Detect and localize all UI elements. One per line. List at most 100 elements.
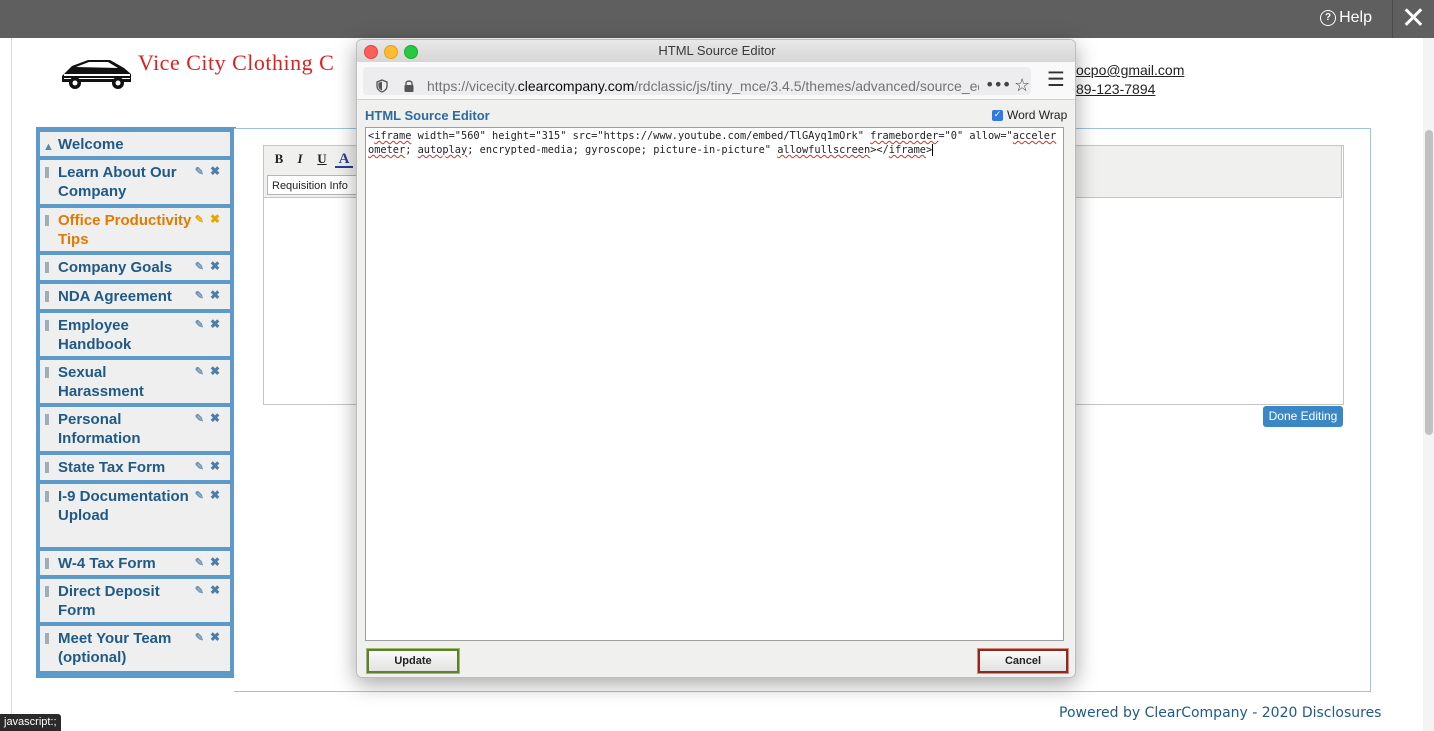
delete-icon[interactable]: ✖ <box>210 581 220 600</box>
italic-button[interactable]: I <box>291 150 309 168</box>
window-titlebar[interactable]: HTML Source Editor <box>357 40 1075 63</box>
url-text: https://vicecity.clearcompany.com/rdclas… <box>427 78 979 94</box>
delete-icon[interactable]: ✖ <box>210 162 220 181</box>
scrollbar-thumb[interactable] <box>1425 130 1433 435</box>
shield-icon[interactable] <box>376 79 388 93</box>
sidebar-item-nda-agreement[interactable]: NDA Agreement ✎ ✖ <box>40 284 230 309</box>
drag-handle-icon[interactable] <box>45 215 49 226</box>
sidebar-item-company-goals[interactable]: Company Goals ✎ ✖ <box>40 255 230 280</box>
drag-handle-icon[interactable] <box>45 586 49 597</box>
underline-button[interactable]: U <box>313 150 331 168</box>
sidebar-item-i9-documentation-upload[interactable]: I-9 Documentation Upload ✎ ✖ <box>40 484 230 547</box>
sidebar-item-label: I-9 Documentation Upload <box>58 488 189 524</box>
sidebar-item-meet-your-team[interactable]: Meet Your Team (optional) ✎ ✖ <box>40 626 230 671</box>
delete-icon[interactable]: ✖ <box>210 409 220 428</box>
pencil-icon[interactable]: ✎ <box>195 363 204 382</box>
delete-icon[interactable]: ✖ <box>210 315 220 334</box>
powered-by-link[interactable]: Powered by ClearCompany - 2020 Disclosur… <box>1059 705 1381 721</box>
delete-icon[interactable]: ✖ <box>210 628 220 647</box>
lock-icon[interactable] <box>403 79 415 93</box>
html-source-textarea[interactable]: <iframe width="560" height="315" src="ht… <box>365 127 1064 641</box>
help-icon: ? <box>1320 10 1337 26</box>
delete-icon[interactable]: ✖ <box>210 457 220 476</box>
drag-handle-icon[interactable] <box>45 558 49 569</box>
delete-icon[interactable]: ✖ <box>210 257 220 276</box>
pencil-icon[interactable]: ✎ <box>195 629 204 648</box>
sidebar-item-learn-about-our-company[interactable]: Learn About Our Company ✎ ✖ <box>40 160 230 204</box>
url-field[interactable]: https://vicecity.clearcompany.com/rdclas… <box>363 67 1031 96</box>
page-actions-icon[interactable]: ••• <box>985 75 1011 94</box>
sidebar-item-welcome[interactable]: ▲ Welcome <box>40 132 230 156</box>
pencil-icon[interactable]: ✎ <box>195 582 204 601</box>
sidebar-item-label: Company Goals <box>58 259 173 276</box>
pencil-icon[interactable]: ✎ <box>195 458 204 477</box>
sidebar-item-direct-deposit-form[interactable]: Direct Deposit Form ✎ ✖ <box>40 579 230 622</box>
contact-phone-link[interactable]: 89-123-7894 <box>1076 81 1155 97</box>
delete-icon[interactable]: ✖ <box>210 210 220 229</box>
sidebar-item-employee-handbook[interactable]: Employee Handbook ✎ ✖ <box>40 313 230 356</box>
sidebar-item-label: W-4 Tax Form <box>58 555 156 572</box>
pencil-icon[interactable]: ✎ <box>195 554 204 573</box>
top-bar: ? Help ✕ <box>0 0 1434 38</box>
drag-handle-icon[interactable] <box>45 167 49 178</box>
delete-icon[interactable]: ✖ <box>210 286 220 305</box>
sidebar-item-label: NDA Agreement <box>58 288 172 305</box>
help-button[interactable]: ? Help <box>1320 9 1372 27</box>
browser-url-bar: https://vicecity.clearcompany.com/rdclas… <box>357 62 1075 100</box>
car-logo-icon <box>62 60 131 89</box>
sidebar-item-label: Sexual Harassment <box>58 364 144 400</box>
hamburger-menu-icon[interactable]: ☰ <box>1047 67 1065 91</box>
drag-handle-icon[interactable] <box>45 414 49 425</box>
sidebar-item-sexual-harassment[interactable]: Sexual Harassment ✎ ✖ <box>40 360 230 403</box>
delete-icon[interactable]: ✖ <box>210 486 220 505</box>
source-editor-body: HTML Source Editor ✓ Word Wrap <iframe w… <box>357 100 1075 677</box>
status-tooltip: javascript:; <box>0 714 61 731</box>
source-editor-heading: HTML Source Editor <box>365 108 490 123</box>
sidebar-item-label: Learn About Our Company <box>58 164 177 200</box>
pencil-icon[interactable]: ✎ <box>195 163 204 182</box>
drag-handle-icon[interactable] <box>45 491 49 502</box>
word-wrap-checkbox[interactable]: ✓ <box>992 110 1003 121</box>
pencil-icon[interactable]: ✎ <box>195 487 204 506</box>
help-label: Help <box>1339 9 1372 26</box>
sidebar-item-label: Employee Handbook <box>58 317 132 353</box>
delete-icon[interactable]: ✖ <box>210 553 220 572</box>
brand-name: Vice City Clothing C <box>138 50 335 75</box>
update-button[interactable]: Update <box>366 648 460 674</box>
delete-icon[interactable]: ✖ <box>210 362 220 381</box>
window-title: HTML Source Editor <box>658 43 776 58</box>
pencil-icon[interactable]: ✎ <box>195 211 204 230</box>
contact-email-link[interactable]: ocpo@gmail.com <box>1076 62 1184 78</box>
home-icon: ▲ <box>43 141 54 153</box>
sidebar-item-label: Welcome <box>58 136 124 153</box>
drag-handle-icon[interactable] <box>45 320 49 331</box>
close-icon[interactable]: ✕ <box>1392 0 1434 38</box>
drag-handle-icon[interactable] <box>45 462 49 473</box>
html-source-editor-window: HTML Source Editor https://vicecity.clea… <box>356 39 1076 678</box>
drag-handle-icon[interactable] <box>45 262 49 273</box>
pencil-icon[interactable]: ✎ <box>195 258 204 277</box>
sidebar: ▲ Welcome Learn About Our Company ✎ ✖ Of… <box>36 127 236 678</box>
bold-button[interactable]: B <box>270 150 288 168</box>
word-wrap-label[interactable]: Word Wrap <box>1007 108 1067 122</box>
drag-handle-icon[interactable] <box>45 367 49 378</box>
sidebar-item-state-tax-form[interactable]: State Tax Form ✎ ✖ <box>40 455 230 480</box>
sidebar-item-personal-information[interactable]: Personal Information ✎ ✖ <box>40 407 230 451</box>
drag-handle-icon[interactable] <box>45 633 49 644</box>
sidebar-item-w4-tax-form[interactable]: W-4 Tax Form ✎ ✖ <box>40 551 230 575</box>
pencil-icon[interactable]: ✎ <box>195 316 204 335</box>
bookmark-star-icon[interactable]: ☆ <box>1014 75 1030 96</box>
text-color-button[interactable]: A <box>335 150 353 168</box>
pencil-icon[interactable]: ✎ <box>195 410 204 429</box>
sidebar-item-label: State Tax Form <box>58 459 166 476</box>
sidebar-item-label: Personal Information <box>58 411 141 447</box>
sidebar-item-label: Meet Your Team (optional) <box>58 630 172 666</box>
pencil-icon[interactable]: ✎ <box>195 287 204 306</box>
done-editing-button[interactable]: Done Editing <box>1263 406 1343 427</box>
format-select[interactable]: Requisition Info <box>267 175 359 195</box>
cancel-button[interactable]: Cancel <box>977 648 1069 674</box>
sidebar-item-label: Office Productivity Tips <box>58 212 192 248</box>
drag-handle-icon[interactable] <box>45 291 49 302</box>
sidebar-item-office-productivity-tips[interactable]: Office Productivity Tips ✎ ✖ <box>40 208 230 251</box>
sidebar-item-label: Direct Deposit Form <box>58 583 160 619</box>
